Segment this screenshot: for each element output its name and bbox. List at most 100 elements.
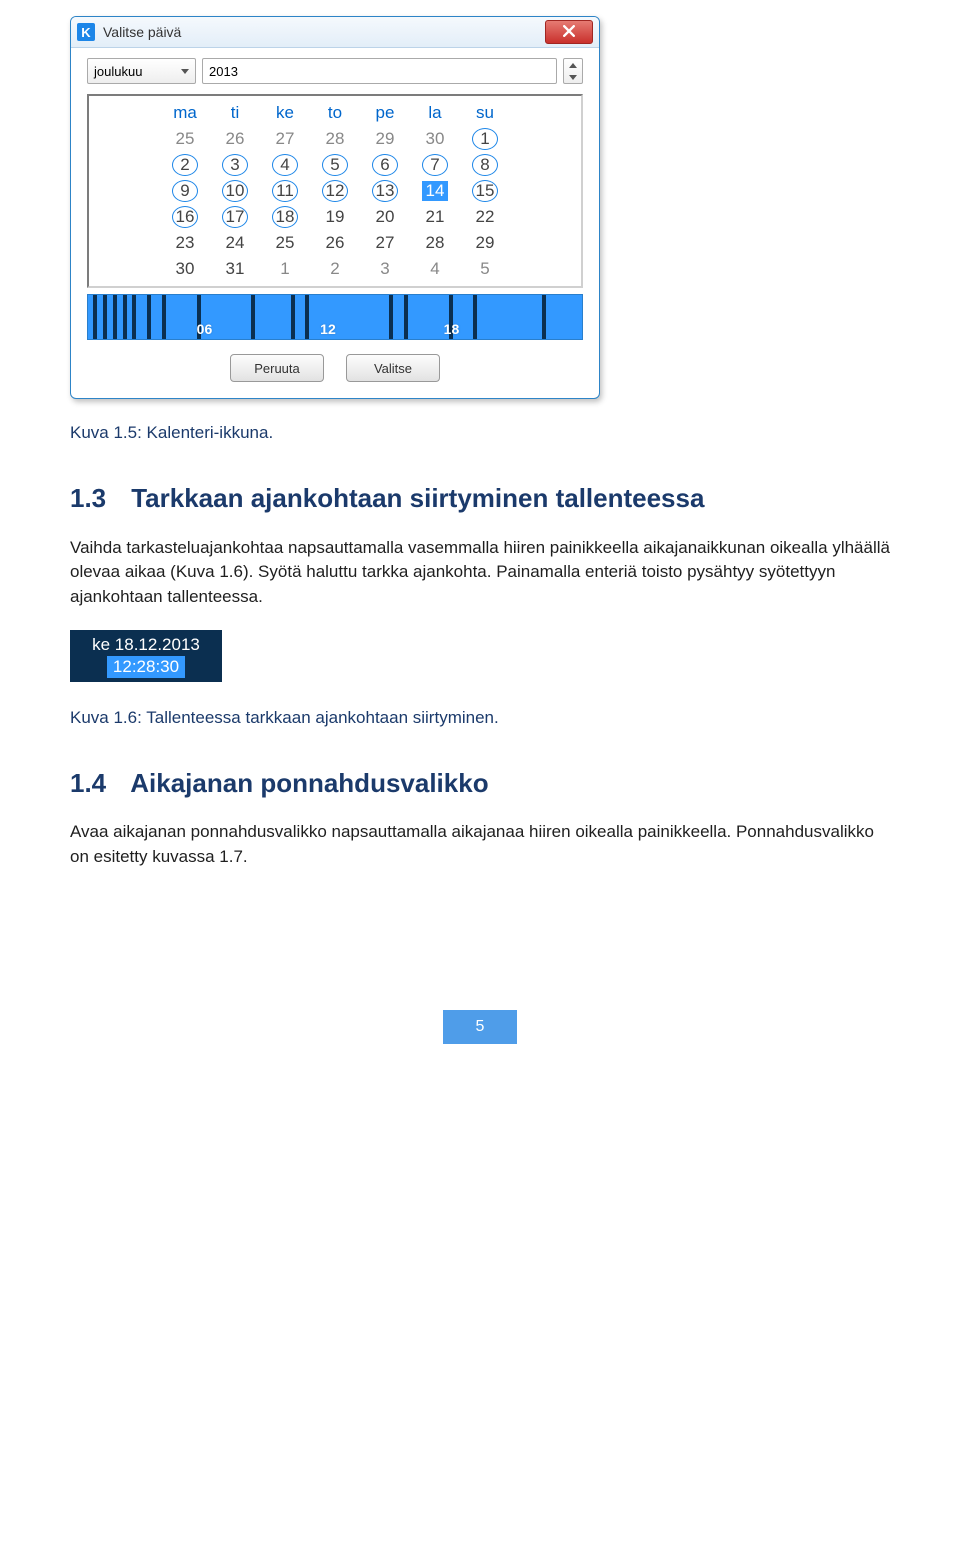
- time-display-date: ke 18.12.2013: [70, 634, 222, 656]
- weekday-header: to: [310, 100, 360, 126]
- month-select[interactable]: joulukuu: [87, 58, 196, 84]
- date-picker-dialog: K Valitse päivä joulukuu 2013: [70, 16, 600, 399]
- calendar-day[interactable]: 2: [160, 152, 210, 178]
- page-footer: 5: [70, 1010, 890, 1044]
- calendar-day[interactable]: 20: [360, 204, 410, 230]
- calendar-day[interactable]: 1: [460, 126, 510, 152]
- calendar-day[interactable]: 11: [260, 178, 310, 204]
- calendar-day[interactable]: 27: [360, 230, 410, 256]
- calendar-day[interactable]: 19: [310, 204, 360, 230]
- timeline-marker: [389, 295, 393, 339]
- paragraph-1-4: Avaa aikajanan ponnahdusvalikko napsautt…: [70, 820, 890, 869]
- time-ruler[interactable]: 06 12 18: [87, 294, 583, 340]
- calendar-day[interactable]: 10: [210, 178, 260, 204]
- calendar-day[interactable]: 16: [160, 204, 210, 230]
- timeline-marker: [291, 295, 295, 339]
- calendar-day[interactable]: 26: [310, 230, 360, 256]
- calendar-day[interactable]: 15: [460, 178, 510, 204]
- timeline-marker: [103, 295, 107, 339]
- calendar-day[interactable]: 25: [160, 126, 210, 152]
- spin-up-button[interactable]: [564, 59, 582, 71]
- close-icon: [563, 24, 575, 40]
- weekday-header: ti: [210, 100, 260, 126]
- timeline-marker: [542, 295, 546, 339]
- calendar-day[interactable]: 8: [460, 152, 510, 178]
- calendar-day[interactable]: 28: [310, 126, 360, 152]
- calendar-day[interactable]: 5: [310, 152, 360, 178]
- calendar-day[interactable]: 4: [410, 256, 460, 282]
- timeline-hour-label: 06: [197, 321, 213, 337]
- timeline-marker: [404, 295, 408, 339]
- calendar-day[interactable]: 25: [260, 230, 310, 256]
- calendar-day[interactable]: 24: [210, 230, 260, 256]
- calendar-day[interactable]: 29: [460, 230, 510, 256]
- calendar-day[interactable]: 1: [260, 256, 310, 282]
- calendar-day[interactable]: 27: [260, 126, 310, 152]
- calendar-day[interactable]: 21: [410, 204, 460, 230]
- timeline-marker: [147, 295, 151, 339]
- section-heading-1-4: 1.4 Aikajanan ponnahdusvalikko: [70, 768, 890, 799]
- year-spinner[interactable]: [563, 58, 583, 84]
- time-display-figure: ke 18.12.2013 12:28:30: [70, 630, 222, 682]
- weekday-header: ma: [160, 100, 210, 126]
- timeline-marker: [93, 295, 97, 339]
- weekday-header: la: [410, 100, 460, 126]
- calendar-day[interactable]: 17: [210, 204, 260, 230]
- section-number: 1.3: [70, 483, 124, 514]
- calendar-day[interactable]: 9: [160, 178, 210, 204]
- calendar-day[interactable]: 30: [410, 126, 460, 152]
- section-heading-1-3: 1.3 Tarkkaan ajankohtaan siirtyminen tal…: [70, 483, 890, 514]
- calendar-day[interactable]: 12: [310, 178, 360, 204]
- calendar-day[interactable]: 23: [160, 230, 210, 256]
- section-title: Aikajanan ponnahdusvalikko: [130, 768, 488, 798]
- caret-up-icon: [569, 63, 577, 68]
- calendar-day[interactable]: 2: [310, 256, 360, 282]
- calendar-day[interactable]: 29: [360, 126, 410, 152]
- timeline-marker: [162, 295, 166, 339]
- calendar-day[interactable]: 6: [360, 152, 410, 178]
- timeline-hour-label: 18: [444, 321, 460, 337]
- timeline-marker: [305, 295, 309, 339]
- calendar-day[interactable]: 14: [410, 178, 460, 204]
- calendar-day[interactable]: 3: [360, 256, 410, 282]
- spin-down-button[interactable]: [564, 71, 582, 83]
- timeline-hour-label: 12: [320, 321, 336, 337]
- weekday-header: pe: [360, 100, 410, 126]
- section-title: Tarkkaan ajankohtaan siirtyminen tallent…: [131, 483, 704, 513]
- page-number: 5: [443, 1010, 517, 1044]
- timeline-marker: [123, 295, 127, 339]
- calendar-day[interactable]: 7: [410, 152, 460, 178]
- calendar-day[interactable]: 13: [360, 178, 410, 204]
- time-display-time: 12:28:30: [107, 656, 185, 678]
- timeline-marker: [473, 295, 477, 339]
- figure-caption-1-5: Kuva 1.5: Kalenteri-ikkuna.: [70, 423, 890, 443]
- timeline-marker: [132, 295, 136, 339]
- calendar-day[interactable]: 22: [460, 204, 510, 230]
- weekday-header: su: [460, 100, 510, 126]
- timeline-marker: [113, 295, 117, 339]
- year-input[interactable]: 2013: [202, 58, 557, 84]
- calendar-day[interactable]: 4: [260, 152, 310, 178]
- calendar-day[interactable]: 28: [410, 230, 460, 256]
- weekday-header: ke: [260, 100, 310, 126]
- calendar-grid-container: matiketopelasu25262728293012345678910111…: [87, 94, 583, 288]
- timeline-marker: [251, 295, 255, 339]
- chevron-down-icon: [181, 69, 189, 74]
- calendar-day[interactable]: 5: [460, 256, 510, 282]
- month-select-value: joulukuu: [94, 64, 142, 79]
- select-button[interactable]: Valitse: [346, 354, 440, 382]
- calendar-day[interactable]: 30: [160, 256, 210, 282]
- app-icon: K: [77, 23, 95, 41]
- calendar-day[interactable]: 26: [210, 126, 260, 152]
- paragraph-1-3: Vaihda tarkasteluajankohtaa napsauttamal…: [70, 536, 890, 610]
- cancel-button[interactable]: Peruuta: [230, 354, 324, 382]
- calendar-day[interactable]: 3: [210, 152, 260, 178]
- section-number: 1.4: [70, 768, 124, 799]
- close-button[interactable]: [545, 20, 593, 44]
- year-input-value: 2013: [209, 64, 238, 79]
- calendar-day[interactable]: 31: [210, 256, 260, 282]
- caret-down-icon: [569, 75, 577, 80]
- calendar-day[interactable]: 18: [260, 204, 310, 230]
- dialog-titlebar: K Valitse päivä: [71, 17, 599, 48]
- figure-caption-1-6: Kuva 1.6: Tallenteessa tarkkaan ajankoht…: [70, 708, 890, 728]
